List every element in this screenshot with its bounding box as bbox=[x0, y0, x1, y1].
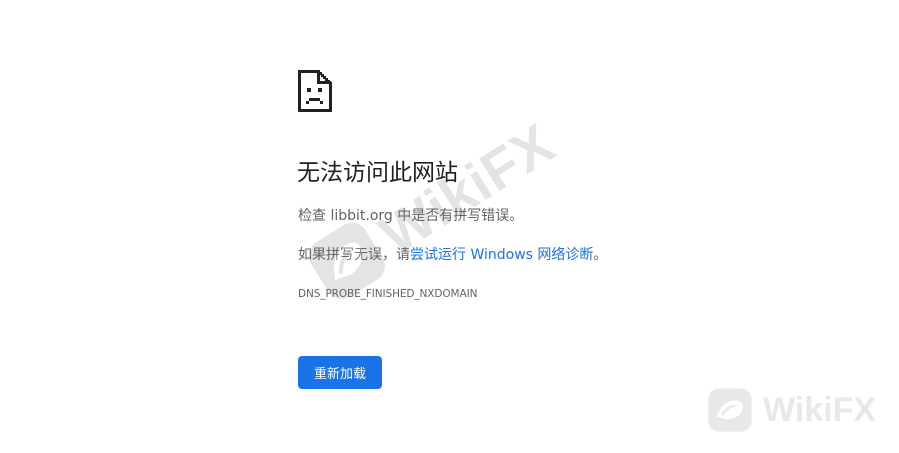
watermark-center: WikiFX bbox=[300, 75, 622, 318]
check-prefix: 检查 bbox=[298, 208, 331, 224]
watermark-corner-text: WikiFX bbox=[763, 391, 877, 429]
check-spelling-message: 检查 libbit.org 中是否有拼写错误。 bbox=[298, 206, 523, 226]
hostname: libbit.org bbox=[330, 208, 393, 224]
error-page: 无法访问此网站 检查 libbit.org 中是否有拼写错误。 如果拼写无误，请… bbox=[0, 0, 899, 453]
suggest-suffix: 。 bbox=[593, 247, 608, 263]
watermark-corner: WikiFX bbox=[707, 387, 897, 437]
network-diagnostics-link[interactable]: 尝试运行 Windows 网络诊断 bbox=[410, 247, 593, 263]
check-suffix: 中是否有拼写错误。 bbox=[392, 208, 524, 224]
suggestion-message: 如果拼写无误，请尝试运行 Windows 网络诊断。 bbox=[298, 245, 607, 265]
error-code: DNS_PROBE_FINISHED_NXDOMAIN bbox=[298, 288, 478, 300]
sad-page-icon bbox=[298, 70, 332, 112]
suggest-prefix: 如果拼写无误，请 bbox=[298, 247, 410, 263]
reload-button[interactable]: 重新加载 bbox=[298, 356, 382, 389]
wikifx-corner-logo-icon bbox=[708, 388, 752, 432]
page-title: 无法访问此网站 bbox=[297, 160, 458, 186]
